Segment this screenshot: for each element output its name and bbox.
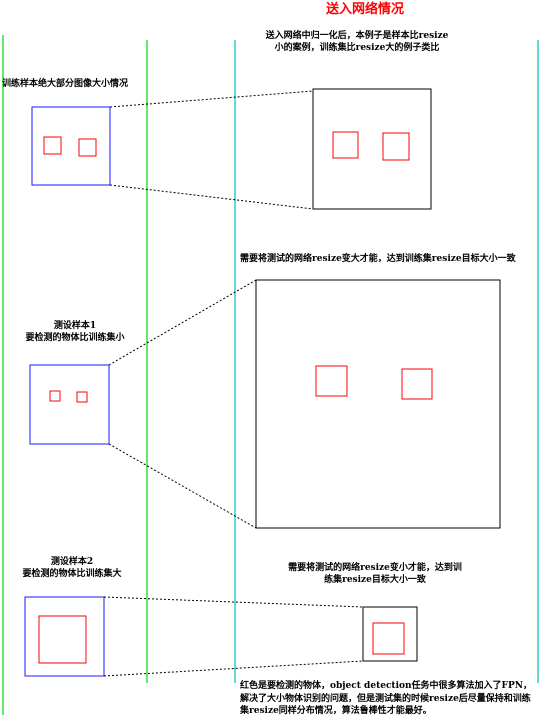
test2-object [38,615,87,664]
train-projection-bottom [109,184,314,210]
test1-network-object-1 [315,365,348,397]
train-note: 送入网络中归一化后，本例子是样本比resize小的案例，训练集比resize大的… [265,31,449,53]
train-projection-top [109,90,314,108]
test2-projection-top [103,596,364,608]
diagram-canvas [2,35,539,715]
test1-object-1 [49,390,61,402]
test1-projection-bottom [108,443,257,529]
train-network-box [312,88,432,210]
test2-label: 测设样本2 要检测的物体比训练集大 [22,557,122,579]
test2-sample-box [24,596,105,677]
train-object-1 [43,136,62,155]
train-object-2 [78,138,97,157]
test1-network-object-2 [401,368,433,400]
footer-note: 红色是要检测的物体，object detection任务中很多算法加入了FPN，… [240,681,532,716]
test2-note: 需要将测试的网络resize变小才能，达到训练集resize目标大小一致 [288,563,462,585]
test2-network-object [372,622,405,655]
test2-projection-bottom [103,660,364,677]
train-network-object-1 [332,131,359,159]
train-network-object-2 [382,132,410,161]
test2-network-box [362,606,418,662]
test1-note: 需要将测试的网络resize变大才能，达到训练集resize目标大小一致 [240,254,516,264]
test1-object-2 [76,391,88,403]
test1-sample-box [29,364,110,445]
train-label: 训练样本绝大部分图像大小情况 [2,79,129,89]
test1-label: 测设样本1 要检测的物体比训练集小 [25,321,125,343]
test1-network-box [255,279,501,529]
